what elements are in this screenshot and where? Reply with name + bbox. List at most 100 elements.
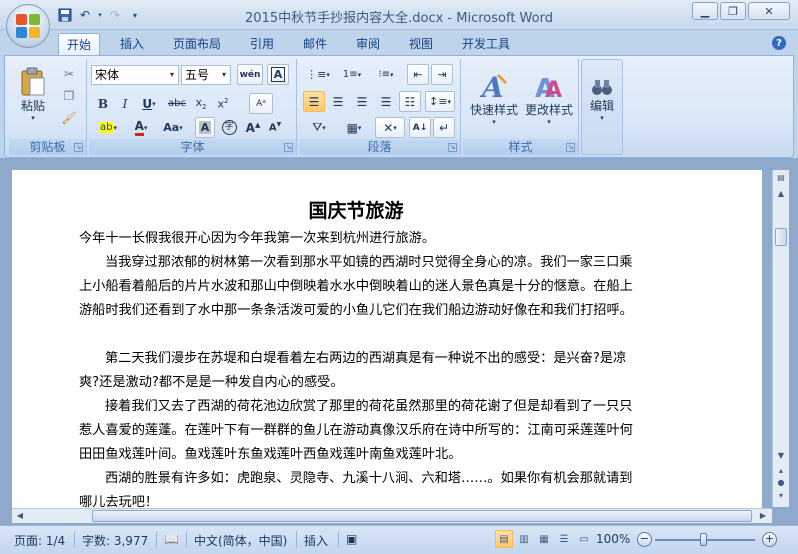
enclose-characters-button[interactable]: 字 <box>219 117 239 138</box>
tab-developer[interactable]: 开发工具 <box>454 33 518 56</box>
tab-view[interactable]: 视图 <box>401 33 441 56</box>
align-right-button[interactable]: ☰ <box>351 91 373 112</box>
asian-layout-button[interactable]: ✕ ▾ <box>375 117 405 138</box>
page-count[interactable]: 页面: 1/4 <box>14 532 65 549</box>
editing-button[interactable]: 编辑 ▾ <box>584 64 620 134</box>
bullets-button[interactable]: ⋮≡ ▾ <box>303 64 333 85</box>
sort-button[interactable]: A↓ <box>409 117 431 138</box>
zoom-out-button[interactable]: − <box>637 532 652 547</box>
bold-button[interactable]: B <box>93 93 113 114</box>
line-spacing-button[interactable]: ↕≡ ▾ <box>425 91 455 112</box>
subscript-button[interactable]: x2 <box>191 93 211 114</box>
ruler-toggle-icon[interactable]: ▤ <box>775 172 787 184</box>
tab-page-layout[interactable]: 页面布局 <box>165 33 229 56</box>
clear-formatting-icon: Aᵃ <box>256 98 266 109</box>
print-layout-view-icon[interactable]: ▤ <box>495 530 513 548</box>
editing-label: 编辑 <box>589 98 614 113</box>
font-color-button[interactable]: A ▾ <box>127 117 155 138</box>
align-center-button[interactable]: ☰ <box>327 91 349 112</box>
cut-button[interactable]: ✂ <box>59 63 79 84</box>
change-styles-button[interactable]: AA 更改样式 ▾ <box>523 63 575 133</box>
tab-home[interactable]: 开始 <box>58 33 101 56</box>
highlight-button[interactable]: ab ▾ <box>93 117 123 138</box>
chevron-down-icon: ▾ <box>547 117 551 126</box>
phonetic-guide-button[interactable]: wén <box>237 64 263 85</box>
character-shading-button[interactable]: A <box>195 117 215 138</box>
maximize-button[interactable]: ❐ <box>720 2 746 20</box>
justify-button[interactable]: ☰ <box>375 91 397 112</box>
select-browse-object-icon[interactable]: ● <box>775 477 787 489</box>
proofing-icon[interactable]: 📖 <box>164 532 179 546</box>
font-size-select[interactable]: 五号 ▾ <box>181 65 231 85</box>
binoculars-icon <box>592 79 612 95</box>
paint-bucket-icon: ⛛ <box>312 120 323 134</box>
shrink-font-button[interactable]: A▼ <box>265 117 285 138</box>
tab-references[interactable]: 引用 <box>242 33 282 56</box>
word-count[interactable]: 字数: 3,977 <box>82 532 148 549</box>
numbering-button[interactable]: 1≡ ▾ <box>337 64 367 85</box>
tab-insert[interactable]: 插入 <box>112 33 152 56</box>
paste-label: 粘贴 <box>20 98 45 113</box>
help-icon[interactable]: ? <box>772 36 786 50</box>
clipboard-launcher-icon[interactable]: ↘ <box>74 143 83 152</box>
strikethrough-button[interactable]: abc <box>165 93 189 114</box>
vertical-scroll-thumb[interactable] <box>775 228 787 246</box>
previous-page-icon[interactable]: ▴ <box>775 465 787 477</box>
font-name-select[interactable]: 宋体 ▾ <box>91 65 179 85</box>
quick-styles-button[interactable]: A 快速样式 ▾ <box>467 63 521 133</box>
borders-button[interactable]: ▦ ▾ <box>339 117 369 138</box>
underline-button[interactable]: U ▾ <box>137 93 161 114</box>
next-page-icon[interactable]: ▾ <box>775 490 787 502</box>
increase-indent-button[interactable]: ⇥ <box>431 64 453 85</box>
close-icon: ✕ <box>764 4 774 18</box>
full-screen-reading-view-icon[interactable]: ▥ <box>515 530 533 548</box>
paragraph-launcher-icon[interactable]: ↘ <box>448 143 457 152</box>
insert-mode[interactable]: 插入 <box>304 532 328 549</box>
office-button[interactable] <box>6 4 50 48</box>
show-formatting-marks-button[interactable]: ↵ <box>433 117 455 138</box>
horizontal-scroll-thumb[interactable] <box>92 510 752 522</box>
tab-review[interactable]: 审阅 <box>348 33 388 56</box>
character-border-button[interactable]: A <box>267 64 289 85</box>
shading-button[interactable]: ⛛ ▾ <box>303 117 335 138</box>
scroll-left-icon[interactable]: ◀ <box>14 510 26 522</box>
distributed-button[interactable]: ☷ <box>399 91 421 112</box>
scroll-up-icon[interactable]: ▲ <box>775 188 787 200</box>
change-case-button[interactable]: Aa ▾ <box>159 117 187 138</box>
scroll-down-icon[interactable]: ▼ <box>775 450 787 462</box>
close-button[interactable]: ✕ <box>748 2 790 20</box>
paste-button[interactable]: 粘贴 ▾ <box>15 63 51 125</box>
zoom-level[interactable]: 100% <box>596 532 630 546</box>
macro-record-icon[interactable]: ▣ <box>346 532 357 546</box>
tab-mailings[interactable]: 邮件 <box>295 33 335 56</box>
draft-view-icon[interactable]: ▭ <box>575 530 593 548</box>
paste-icon <box>21 67 45 95</box>
scroll-right-icon[interactable]: ▶ <box>757 510 769 522</box>
copy-button[interactable]: ❐ <box>59 85 79 106</box>
document-page[interactable]: 国庆节旅游 今年十一长假我很开心因为今年我第一次来到杭州进行旅游。 当我穿过那浓… <box>12 170 762 515</box>
zoom-in-button[interactable]: + <box>762 532 777 547</box>
superscript-button[interactable]: x2 <box>213 93 233 114</box>
outline-view-icon[interactable]: ☰ <box>555 530 573 548</box>
styles-launcher-icon[interactable]: ↘ <box>566 143 575 152</box>
grow-font-button[interactable]: A▲ <box>243 117 263 138</box>
font-color-icon: A <box>134 119 144 136</box>
decrease-indent-button[interactable]: ⇤ <box>407 64 429 85</box>
justify-icon: ☰ <box>380 94 392 109</box>
maximize-icon: ❐ <box>728 4 738 18</box>
italic-button[interactable]: I <box>115 93 135 114</box>
document-title: 国庆节旅游 <box>308 200 404 222</box>
vertical-scrollbar[interactable]: ▤ ▲ ▼ ▴ ● ▾ <box>772 170 789 507</box>
bold-icon: B <box>97 96 109 111</box>
zoom-slider-thumb[interactable] <box>700 533 707 546</box>
minimize-button[interactable]: ▁ <box>692 2 718 20</box>
multilevel-list-button[interactable]: ⁝≡ ▾ <box>371 64 401 85</box>
character-shading-icon: A <box>198 121 212 134</box>
format-painter-button[interactable]: 🖌 <box>59 107 79 128</box>
web-layout-view-icon[interactable]: ▦ <box>535 530 553 548</box>
align-left-button[interactable]: ☰ <box>303 91 325 112</box>
horizontal-scrollbar[interactable]: ◀ ▶ <box>12 508 772 523</box>
clear-formatting-button[interactable]: Aᵃ <box>249 93 273 114</box>
language-indicator[interactable]: 中文(简体，中国) <box>194 532 287 549</box>
font-launcher-icon[interactable]: ↘ <box>284 143 293 152</box>
